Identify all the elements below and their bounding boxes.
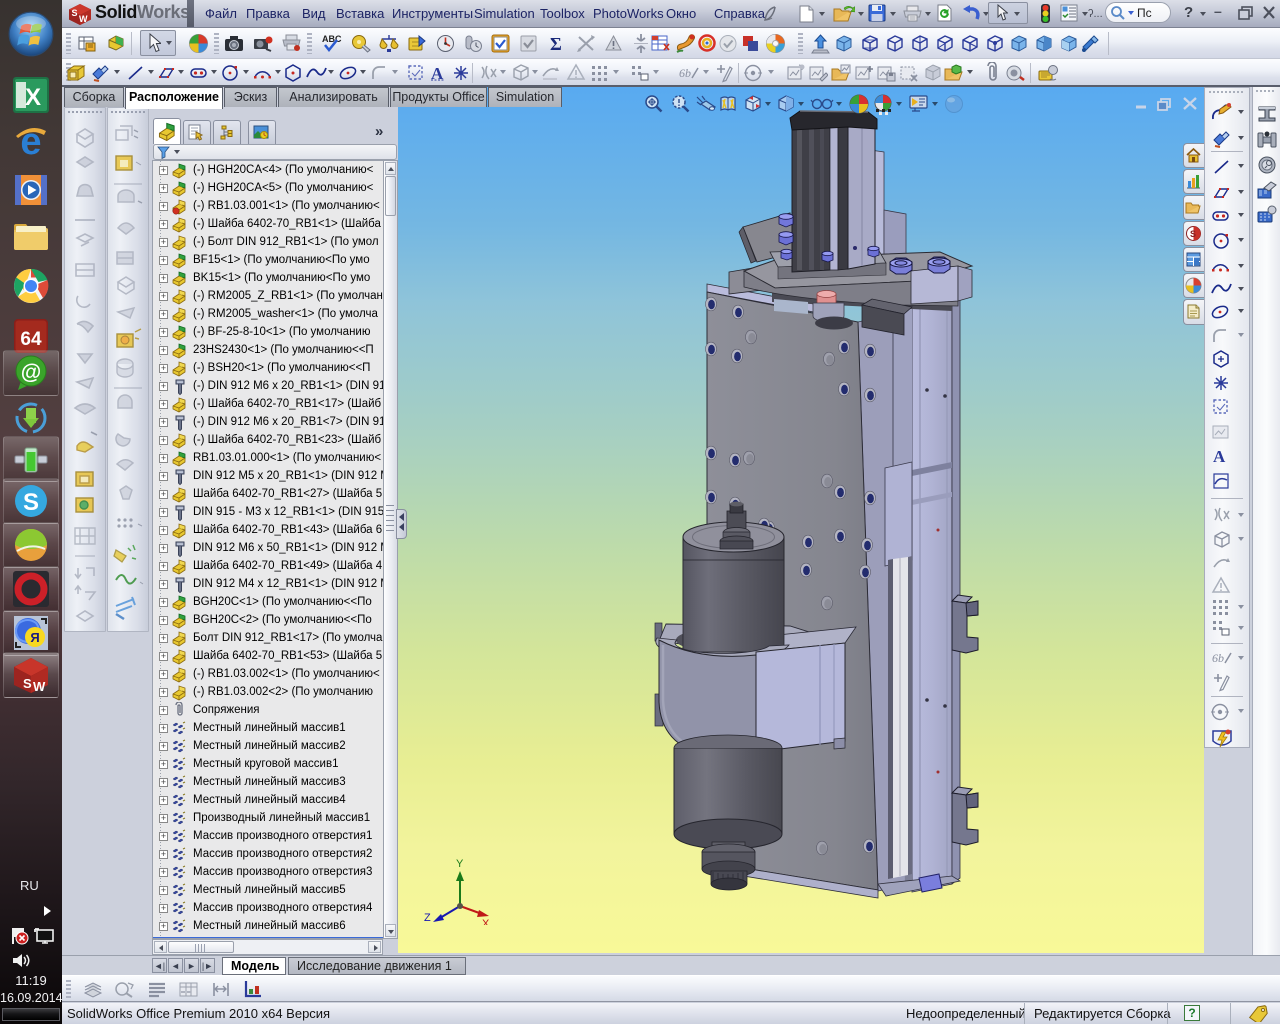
svg-text:W: W (79, 14, 88, 24)
svg-text:S: S (23, 676, 32, 691)
svg-text:X: X (25, 84, 41, 111)
svg-text:A: A (1213, 447, 1226, 466)
svg-text:6b: 6b (1212, 651, 1224, 665)
svg-text:6b: 6b (679, 66, 691, 80)
svg-text:X: X (482, 918, 490, 925)
svg-text:Σ: Σ (550, 34, 562, 54)
svg-text:e: e (20, 121, 41, 160)
svg-text:S: S (23, 489, 39, 516)
svg-text:ABC: ABC (322, 34, 342, 44)
svg-text:64: 64 (20, 329, 42, 350)
svg-text:Я: Я (30, 630, 39, 645)
svg-text:S: S (72, 8, 78, 18)
svg-text:Z: Z (424, 912, 431, 924)
svg-text:W: W (33, 679, 46, 694)
svg-text:S: S (1190, 229, 1196, 239)
svg-text:@: @ (21, 361, 41, 384)
svg-text:Y: Y (456, 858, 464, 870)
